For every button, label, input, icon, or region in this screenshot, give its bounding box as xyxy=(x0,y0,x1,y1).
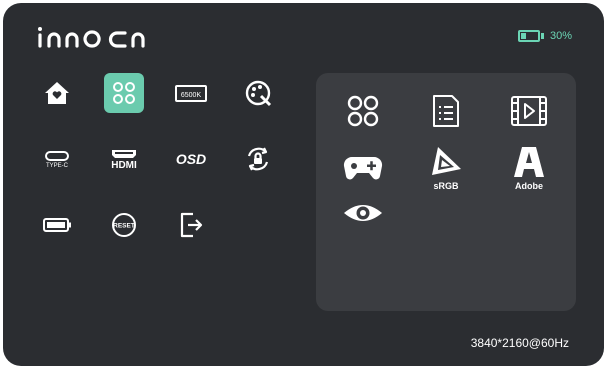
menu-item-reset[interactable]: RESET xyxy=(104,205,144,245)
osd-icon: OSD xyxy=(175,151,207,167)
menu-item-home[interactable] xyxy=(37,73,77,113)
picture-mode-panel: sRGB Adobe xyxy=(316,73,576,311)
exit-icon xyxy=(180,212,203,238)
movie-mode-icon xyxy=(511,96,547,126)
lock-rotate-icon xyxy=(247,147,269,171)
color-temp-label: 6500K xyxy=(181,92,202,99)
menu-item-battery[interactable] xyxy=(37,205,77,245)
menu-item-usb-c[interactable]: TYPE-C xyxy=(37,139,77,179)
mode-standard[interactable] xyxy=(341,93,385,139)
mode-game[interactable] xyxy=(341,149,385,195)
game-mode-icon xyxy=(343,156,383,180)
srgb-label: sRGB xyxy=(433,181,459,191)
reset-label: RESET xyxy=(113,223,135,230)
adobe-label: Adobe xyxy=(515,181,543,191)
document-mode-icon xyxy=(433,95,459,127)
menu-item-hdmi[interactable]: HDMI xyxy=(104,139,144,179)
menu-item-mode[interactable] xyxy=(104,73,144,113)
menu-item-osd[interactable]: OSD xyxy=(171,139,211,179)
srgb-mode-icon xyxy=(432,147,461,175)
mode-srgb[interactable]: sRGB xyxy=(424,145,468,191)
battery-icon xyxy=(43,218,71,232)
mode-movie[interactable] xyxy=(507,93,551,139)
home-icon xyxy=(45,82,69,104)
standard-mode-icon xyxy=(347,95,379,127)
reset-icon: RESET xyxy=(112,213,136,237)
hdmi-icon xyxy=(112,149,136,158)
grid-mode-icon xyxy=(113,82,135,104)
mode-adobe[interactable]: Adobe xyxy=(507,145,551,191)
hdmi-label: HDMI xyxy=(111,159,137,171)
battery-status: 30% xyxy=(518,30,572,42)
battery-level-icon xyxy=(518,30,540,42)
usb-c-label: TYPE-C xyxy=(45,163,68,169)
palette-icon xyxy=(245,80,272,107)
menu-item-exit[interactable] xyxy=(171,205,211,245)
color-temp-icon: 6500K xyxy=(175,85,207,102)
menu-item-color-temp[interactable]: 6500K xyxy=(171,73,211,113)
mode-eye-care[interactable] xyxy=(341,201,385,247)
eye-care-icon xyxy=(344,205,382,221)
mode-document[interactable] xyxy=(424,93,468,139)
menu-item-lock-rotate[interactable] xyxy=(238,139,278,179)
usb-c-icon xyxy=(45,151,69,161)
battery-percent: 30% xyxy=(550,30,573,42)
resolution-readout: 3840*2160@60Hz xyxy=(470,336,569,350)
adobe-mode-icon xyxy=(514,147,544,177)
menu-item-palette[interactable] xyxy=(238,73,278,113)
osd-window: 30% 6500K TYPE-C HDMI OSD RESET sRGB Ado… xyxy=(3,3,604,366)
battery-fill xyxy=(521,33,526,39)
innocn-logo xyxy=(38,27,145,48)
